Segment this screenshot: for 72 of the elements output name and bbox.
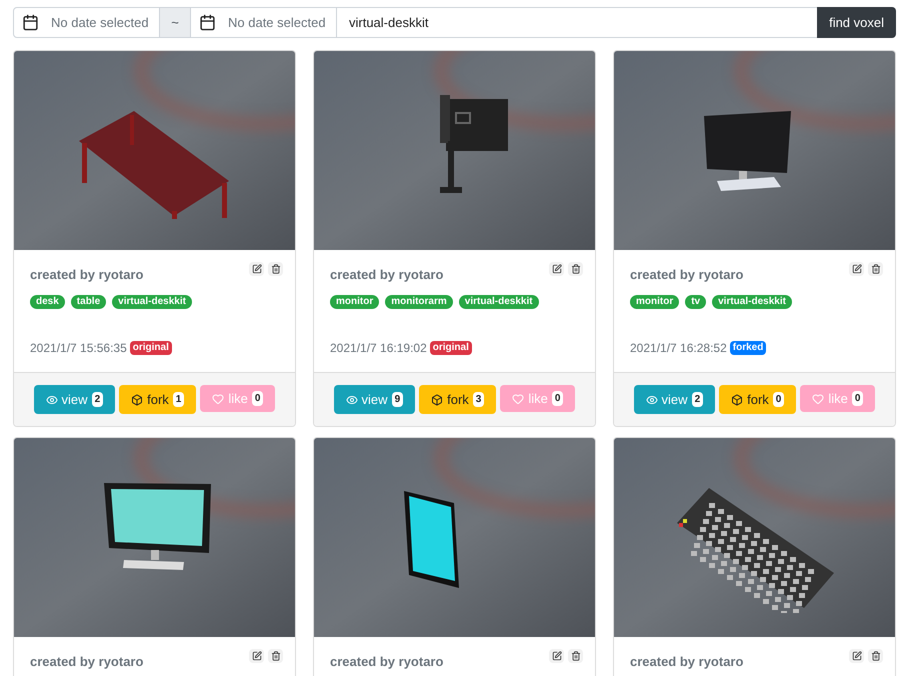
eye-icon	[346, 394, 358, 406]
date-text: 2021/1/7 16:19:02	[330, 340, 427, 356]
delete-icon	[570, 264, 580, 274]
edit-icon	[252, 651, 262, 661]
delete-button[interactable]	[868, 262, 883, 276]
edit-button[interactable]	[249, 262, 264, 276]
date-placeholder: No date selected	[51, 14, 149, 32]
search-field[interactable]: virtual-deskkit	[337, 7, 818, 38]
calendar-icon	[22, 14, 39, 31]
eye-icon	[46, 394, 58, 406]
fork-button[interactable]: fork 0	[719, 385, 796, 414]
delete-icon	[270, 651, 280, 661]
date-placeholder: No date selected	[228, 14, 326, 32]
fork-count: 3	[472, 392, 484, 407]
date-text: 2021/1/7 15:56:35	[30, 340, 127, 356]
view-button[interactable]: view 9	[334, 385, 416, 414]
like-button[interactable]: like 0	[800, 385, 876, 412]
cube-icon	[131, 394, 144, 406]
like-button[interactable]: like 0	[200, 385, 276, 412]
author-text: created by ryotaro	[630, 266, 744, 284]
delete-button[interactable]	[268, 649, 283, 663]
heart-icon	[512, 392, 524, 404]
find-button[interactable]: find voxel	[817, 7, 896, 38]
fork-button[interactable]: fork 3	[419, 385, 496, 414]
author-text: created by ryotaro	[630, 653, 744, 671]
edit-icon	[552, 651, 562, 661]
heart-icon	[212, 392, 224, 404]
fork-count: 1	[172, 392, 184, 407]
calendar-icon	[199, 14, 216, 31]
author-text: created by ryotaro	[30, 653, 144, 671]
cube-icon	[731, 394, 744, 406]
like-count: 0	[552, 391, 564, 406]
like-count: 0	[852, 391, 864, 406]
fork-count: 0	[772, 392, 784, 407]
edit-button[interactable]	[549, 649, 564, 663]
edit-button[interactable]	[549, 262, 564, 276]
edit-button[interactable]	[849, 649, 864, 663]
date-to-field[interactable]: No date selected	[190, 7, 337, 38]
edit-icon	[852, 264, 862, 274]
heart-icon	[812, 392, 824, 404]
view-count: 2	[92, 392, 104, 407]
view-count: 2	[692, 392, 704, 407]
delete-icon	[270, 264, 280, 274]
delete-icon	[870, 264, 880, 274]
range-separator: ~	[160, 7, 190, 38]
edit-button[interactable]	[249, 649, 264, 663]
origin-badge: original	[130, 340, 172, 354]
delete-button[interactable]	[568, 649, 583, 663]
author-text: created by ryotaro	[330, 653, 444, 671]
delete-button[interactable]	[268, 262, 283, 276]
edit-icon	[252, 264, 262, 274]
date-from-field[interactable]: No date selected	[13, 7, 160, 38]
cube-icon	[431, 394, 444, 406]
delete-button[interactable]	[868, 649, 883, 663]
fork-button[interactable]: fork 1	[119, 385, 196, 414]
origin-badge: forked	[730, 340, 766, 354]
edit-button[interactable]	[849, 262, 864, 276]
delete-button[interactable]	[568, 262, 583, 276]
view-button[interactable]: view 2	[34, 385, 116, 414]
like-count: 0	[252, 391, 264, 406]
author-text: created by ryotaro	[30, 266, 144, 284]
view-button[interactable]: view 2	[634, 385, 716, 414]
edit-icon	[552, 264, 562, 274]
eye-icon	[646, 394, 658, 406]
edit-icon	[852, 651, 862, 661]
delete-icon	[870, 651, 880, 661]
author-text: created by ryotaro	[330, 266, 444, 284]
view-count: 9	[392, 392, 404, 407]
origin-badge: original	[430, 340, 472, 354]
like-button[interactable]: like 0	[500, 385, 576, 412]
date-text: 2021/1/7 16:28:52	[630, 340, 727, 356]
delete-icon	[570, 651, 580, 661]
